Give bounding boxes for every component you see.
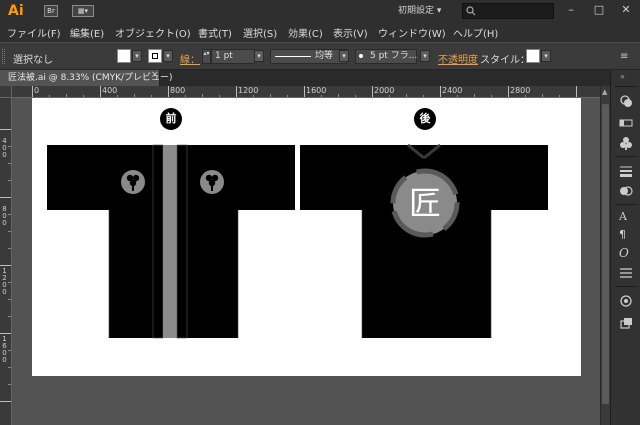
stroke-panel-link[interactable]: 線： — [180, 51, 200, 66]
profile-line — [275, 56, 311, 57]
menu-type[interactable]: 書式(T) — [198, 25, 232, 40]
search-input[interactable] — [462, 3, 554, 19]
brush-definition[interactable]: 5 pt フラ... — [355, 49, 417, 64]
menu-file[interactable]: ファイル(F) — [7, 25, 61, 40]
stroke-swatch-inner — [152, 53, 158, 59]
stroke-swatch[interactable] — [148, 49, 162, 63]
front-collar-left — [152, 144, 164, 339]
menu-effect[interactable]: 効果(C) — [288, 25, 323, 40]
vruler-label-800: 800 — [2, 205, 7, 227]
character-icon[interactable]: A — [619, 210, 633, 224]
front-collar-right — [176, 144, 188, 339]
close-window-button[interactable]: ✕ — [612, 0, 640, 20]
stroke-icon[interactable] — [619, 164, 633, 178]
artboard[interactable]: 前 後 匠 — [32, 98, 581, 376]
panel-separator — [615, 86, 637, 87]
ruler-label-2400: 2400 — [442, 86, 463, 95]
appearance-icon[interactable] — [619, 294, 633, 308]
menu-bar: ファイル(F) 編集(E) オブジェクト(O) 書式(T) 選択(S) 効果(C… — [0, 22, 640, 42]
ruler-origin[interactable] — [0, 86, 12, 98]
ruler-label-0: 0 — [34, 86, 40, 95]
search-icon — [466, 6, 476, 16]
graphic-style-dropdown[interactable]: ▾ — [541, 50, 551, 62]
vertical-scrollbar[interactable]: ▲ — [600, 86, 610, 425]
brush-label: 5 pt フラ... — [370, 51, 418, 61]
horizontal-ruler[interactable]: 0 400 800 1200 1600 2000 2400 2800 — [12, 86, 600, 98]
ruler-label-2800: 2800 — [510, 86, 531, 95]
graphic-style-swatch[interactable] — [526, 49, 540, 63]
document-tab-bar: 匠法被.ai @ 8.33% (CMYK/プレビュー) × — [0, 70, 640, 86]
back-kanji: 匠 — [408, 184, 441, 222]
document-tab[interactable]: 匠法被.ai @ 8.33% (CMYK/プレビュー) — [0, 70, 173, 86]
selection-status: 選択なし — [13, 55, 53, 66]
control-bar: 選択なし ▾ ▾ 線： ▴▾ 1 pt ▾ 均等 ▾ 5 pt フラ... ▾ … — [0, 42, 640, 70]
vruler-label-1600: 1600 — [2, 335, 7, 364]
panel-dock: » A ¶ O — [610, 70, 640, 425]
app-logo: Ai — [8, 3, 24, 19]
ruler-label-1200: 1200 — [238, 86, 259, 95]
menu-help[interactable]: ヘルプ(H) — [453, 25, 498, 40]
collapse-panels-icon[interactable]: » — [620, 72, 625, 81]
ruler-label-1600: 1600 — [306, 86, 327, 95]
stroke-weight-dropdown[interactable]: ▾ — [254, 50, 264, 62]
paragraph-icon[interactable]: ¶ — [619, 228, 633, 242]
variable-width-profile[interactable]: 均等 — [270, 49, 347, 64]
profile-dropdown[interactable]: ▾ — [339, 50, 349, 62]
fill-swatch[interactable] — [117, 49, 131, 63]
fill-dropdown[interactable]: ▾ — [132, 50, 142, 62]
stroke-weight-field[interactable]: 1 pt — [211, 49, 255, 64]
color-guide-icon[interactable] — [619, 116, 633, 130]
vruler-label-1200: 1200 — [2, 267, 7, 296]
profile-label: 均等 — [315, 51, 334, 61]
canvas[interactable]: 前 後 匠 — [13, 98, 600, 425]
happi-artwork — [47, 143, 548, 339]
front-crest-right — [200, 170, 224, 194]
front-label: 前 — [160, 108, 182, 130]
vruler-label-400: 400 — [2, 137, 7, 159]
panel-separator — [615, 204, 637, 205]
align-icon[interactable] — [619, 266, 633, 280]
ruler-label-800: 800 — [170, 86, 186, 95]
stroke-dropdown[interactable]: ▾ — [163, 50, 173, 62]
bridge-button[interactable]: Br — [44, 5, 58, 17]
opentype-icon[interactable]: O — [619, 246, 633, 260]
ruler-label-2000: 2000 — [374, 86, 395, 95]
style-label: スタイル： — [480, 55, 530, 66]
arrange-documents-button[interactable]: ▦▾ — [72, 5, 94, 17]
document-tab-title: 匠法被.ai @ 8.33% (CMYK/プレビュー) — [8, 73, 173, 83]
stroke-weight-stepper[interactable]: ▴▾ — [202, 49, 211, 64]
back-happi[interactable] — [300, 143, 548, 338]
symbols-icon[interactable] — [619, 136, 633, 150]
layers-icon[interactable] — [619, 316, 633, 330]
transparency-icon[interactable] — [619, 184, 633, 198]
color-icon[interactable] — [619, 94, 633, 108]
brush-dot-icon — [359, 54, 363, 58]
opacity-link[interactable]: 不透明度 — [438, 51, 478, 66]
control-bar-grip[interactable] — [2, 49, 5, 64]
minimize-button[interactable]: – — [557, 0, 585, 20]
menu-view[interactable]: 表示(V) — [333, 25, 368, 40]
ruler-label-400: 400 — [102, 86, 118, 95]
title-bar: Ai Br ▦▾ 初期設定 ▾ – □ ✕ — [0, 0, 640, 22]
workspace-switcher[interactable]: 初期設定 ▾ — [398, 3, 441, 19]
front-happi[interactable] — [47, 144, 295, 339]
back-label: 後 — [414, 108, 436, 130]
front-collar-stripe — [163, 145, 177, 338]
brush-dropdown[interactable]: ▾ — [420, 50, 430, 62]
front-crest-left — [121, 170, 145, 194]
panel-separator — [615, 156, 637, 157]
menu-object[interactable]: オブジェクト(O) — [115, 25, 191, 40]
menu-edit[interactable]: 編集(E) — [70, 25, 104, 40]
close-tab-icon[interactable]: × — [151, 70, 159, 80]
control-bar-menu-icon[interactable]: ≡ — [620, 51, 628, 62]
panel-separator — [615, 286, 637, 287]
scroll-up-icon[interactable]: ▲ — [602, 88, 607, 96]
menu-select[interactable]: 選択(S) — [243, 25, 277, 40]
maximize-button[interactable]: □ — [585, 0, 613, 20]
menu-window[interactable]: ウィンドウ(W) — [378, 25, 446, 40]
scroll-thumb[interactable] — [602, 104, 609, 404]
vertical-ruler[interactable]: 400 800 1200 1600 — [0, 98, 12, 425]
